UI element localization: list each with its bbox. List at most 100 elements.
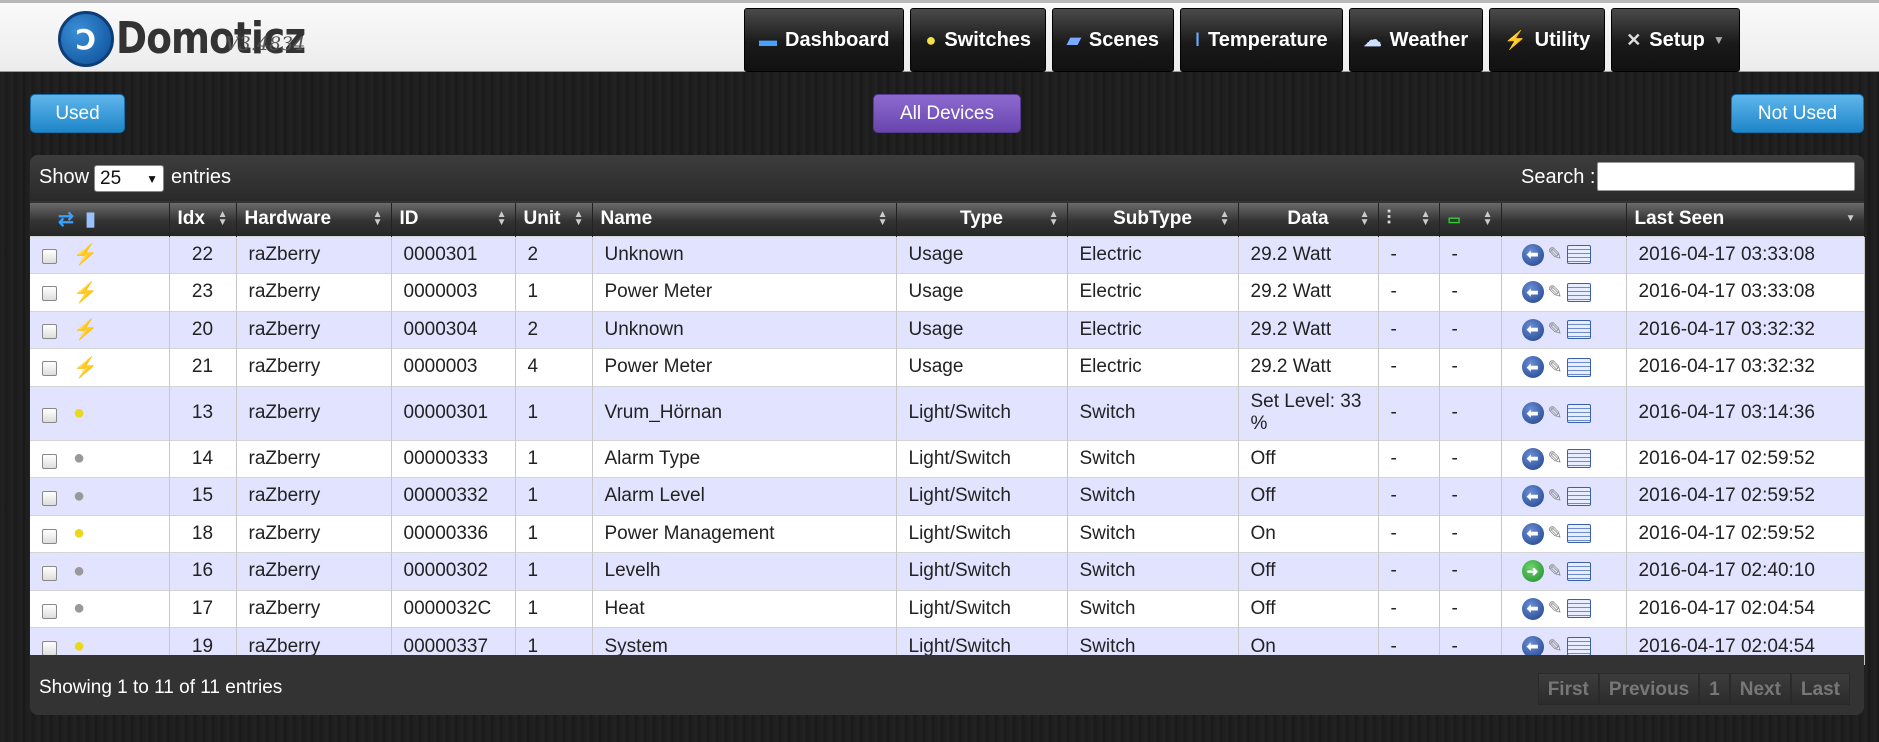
edit-icon[interactable]: ✎ [1548,282,1563,303]
actions-cell: ⬅ ✎ [1501,385,1627,440]
subtype-cell: Electric [1067,348,1239,386]
idx-cell: 18 [169,514,237,553]
edit-icon[interactable]: ✎ [1548,357,1563,378]
log-icon[interactable] [1566,486,1591,506]
set-used-icon[interactable]: ⬅ [1521,281,1544,304]
table-row[interactable]: ● 18 raZberry 00000336 1 Power Management Ligh… [30,514,1865,553]
log-icon[interactable] [1566,561,1591,581]
type-cell: Light/Switch [896,439,1068,478]
nav-setup[interactable]: ✕ Setup ▼ [1611,8,1740,72]
row-checkbox[interactable] [42,528,57,544]
idx-cell: 22 [169,235,237,274]
idx-cell: 14 [169,439,237,478]
next-page-button[interactable]: Next [1729,673,1791,705]
first-page-button[interactable]: First [1537,673,1599,705]
search-input[interactable] [1597,162,1855,191]
log-icon[interactable] [1566,245,1591,265]
col-hardware[interactable]: Hardware ▲ ▼ [236,203,392,236]
set-unused-icon[interactable]: ➜ [1521,560,1544,583]
edit-icon[interactable]: ✎ [1548,486,1563,507]
nav-utility[interactable]: ⚡ Utility [1489,8,1606,72]
nav-temperature[interactable]: ǀ Temperature [1179,8,1343,72]
row-checkbox[interactable] [42,286,57,302]
page-size-select[interactable]: 25 ▼ [94,165,164,192]
table-row[interactable]: ● 15 raZberry 00000332 1 Alarm Level Light/Swi… [30,477,1865,515]
nav-switches[interactable]: ● Switches [910,8,1047,72]
log-icon[interactable] [1566,449,1591,469]
sort-icon: ▲ ▼ [372,209,383,228]
set-used-icon[interactable]: ⬅ [1521,597,1544,620]
col-name[interactable]: Name ▲ ▼ [592,203,897,236]
nav-scenes[interactable]: ▰ Scenes [1052,8,1174,72]
set-used-icon[interactable]: ⬅ [1521,243,1544,266]
log-icon[interactable] [1566,599,1591,619]
app-version: V3.4834 [225,33,306,55]
log-icon[interactable] [1566,282,1591,302]
edit-icon[interactable]: ✎ [1548,636,1563,657]
trash-icon[interactable]: ▮ [85,209,95,230]
col-data-label: Data [1287,208,1329,230]
unit-cell: 1 [515,552,593,590]
table-row[interactable]: ● 13 raZberry 00000301 1 Vrum_Hörnan Light/Swi… [30,385,1865,440]
edit-icon[interactable]: ✎ [1548,403,1563,424]
log-icon[interactable] [1566,320,1591,340]
table-row[interactable]: ⚡ 21 raZberry 0000003 4 Power Meter Usage Elect… [30,348,1865,386]
row-checkbox[interactable] [42,603,57,619]
battery-cell: - [1439,273,1502,311]
col-subtype[interactable]: SubType ▲ ▼ [1067,203,1239,236]
table-row[interactable]: ● 17 raZberry 0000032C 1 Heat Light/Switch Swit… [30,589,1865,628]
row-checkbox[interactable] [42,361,57,377]
set-used-icon[interactable]: ⬅ [1521,522,1544,545]
col-data[interactable]: Data ▲ ▼ [1238,203,1379,236]
table-row[interactable]: ⚡ 22 raZberry 0000301 2 Unknown Usage Electric 2… [30,235,1865,274]
not-used-filter-button[interactable]: Not Used [1731,94,1864,133]
edit-icon[interactable]: ✎ [1548,244,1563,265]
last-page-button[interactable]: Last [1790,673,1850,705]
set-used-icon[interactable]: ⬅ [1521,447,1544,470]
col-signal[interactable]: ⫶ ▲ ▼ [1378,203,1440,236]
previous-page-button[interactable]: Previous [1598,673,1700,705]
col-battery[interactable]: ▭ ▲ ▼ [1439,203,1502,236]
row-checkbox[interactable] [42,407,57,423]
log-icon[interactable] [1566,524,1591,544]
table-row[interactable]: ⚡ 23 raZberry 0000003 1 Power Meter Usage Elect… [30,273,1865,311]
select-header[interactable]: ⇄ ▮ [30,203,170,236]
col-unit[interactable]: Unit ▲ ▼ [515,203,593,236]
nav-dashboard[interactable]: ▬ Dashboard [744,8,905,72]
row-checkbox[interactable] [42,491,57,507]
row-checkbox[interactable] [42,323,57,339]
table-row[interactable]: ● 14 raZberry 00000333 1 Alarm Type Light/Swit… [30,439,1865,478]
edit-icon[interactable]: ✎ [1548,319,1563,340]
col-last-seen[interactable]: Last Seen ▼ [1626,203,1865,236]
shuffle-icon[interactable]: ⇄ [58,209,74,230]
subtype-cell: Electric [1067,235,1239,274]
select-cell: ⚡ [30,310,170,349]
table-row[interactable]: ⚡ 20 raZberry 0000304 2 Unknown Usage Electric 2… [30,310,1865,349]
page-1-button[interactable]: 1 [1699,673,1730,705]
row-checkbox[interactable] [42,248,57,264]
log-icon[interactable] [1566,403,1591,423]
col-idx[interactable]: Idx ▲ ▼ [169,203,237,236]
last-seen-cell: 2016-04-17 02:59:52 [1626,477,1865,515]
row-checkbox[interactable] [42,453,57,469]
set-used-icon[interactable]: ⬅ [1521,485,1544,508]
set-used-icon[interactable]: ⬅ [1521,318,1544,341]
nav-weather[interactable]: ☁ Weather [1348,8,1484,72]
log-icon[interactable] [1566,637,1591,656]
edit-icon[interactable]: ✎ [1548,523,1563,544]
set-used-icon[interactable]: ⬅ [1521,356,1544,379]
edit-icon[interactable]: ✎ [1548,598,1563,619]
table-row[interactable]: ● 16 raZberry 00000302 1 Levelh Light/Switch Sw… [30,552,1865,590]
col-id[interactable]: ID ▲ ▼ [391,203,516,236]
unit-cell: 1 [515,439,593,478]
used-filter-button[interactable]: Used [30,94,125,133]
row-checkbox[interactable] [42,566,57,582]
edit-icon[interactable]: ✎ [1548,448,1563,469]
subtype-cell: Switch [1067,514,1239,553]
col-type[interactable]: Type ▲ ▼ [896,203,1068,236]
all-devices-filter-button[interactable]: All Devices [873,94,1021,133]
set-used-icon[interactable]: ⬅ [1521,402,1544,424]
type-cell: Light/Switch [896,514,1068,553]
edit-icon[interactable]: ✎ [1548,561,1563,582]
log-icon[interactable] [1566,357,1591,377]
